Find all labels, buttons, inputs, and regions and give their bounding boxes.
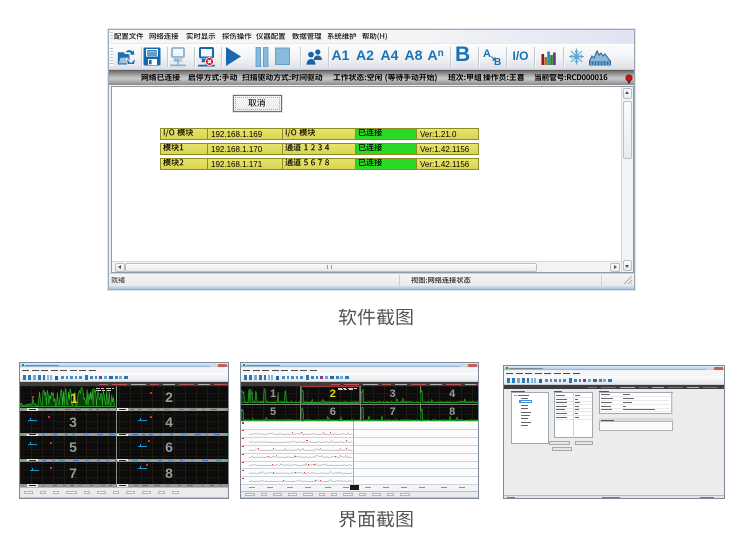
svg-text:A: A (483, 48, 491, 60)
